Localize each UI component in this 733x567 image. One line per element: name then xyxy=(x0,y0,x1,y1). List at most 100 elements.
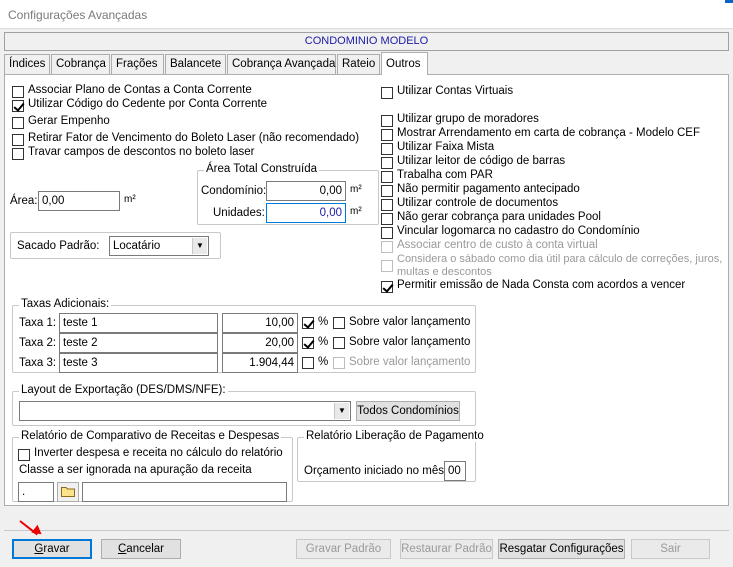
gravar-padrao-button[interactable]: Gravar Padrão xyxy=(296,539,391,559)
window-title: Configurações Avançadas xyxy=(8,8,148,22)
condominio-area-unit: m² xyxy=(350,184,362,195)
sair-button[interactable]: Sair xyxy=(631,539,710,559)
checkbox-label: Não permitir pagamento antecipado xyxy=(397,183,580,195)
area-input[interactable]: 0,00 xyxy=(38,191,120,211)
tab-label: Rateio xyxy=(342,58,376,70)
condominio-area-label: Condomínio: xyxy=(201,185,267,197)
checkbox-label: Inverter despesa e receita no cálculo do… xyxy=(34,447,283,459)
taxa-name-input[interactable]: teste 1 xyxy=(59,313,218,333)
sabado-util-checkbox[interactable] xyxy=(381,260,393,272)
faixa-mista-checkbox[interactable] xyxy=(381,143,393,155)
taxa-name-input[interactable]: teste 3 xyxy=(59,353,218,373)
centro-custo-checkbox[interactable] xyxy=(381,241,393,253)
codigo-cedente-checkbox[interactable] xyxy=(12,100,24,112)
chevron-down-icon[interactable]: ▼ xyxy=(192,238,207,254)
tab-indices[interactable]: Índices xyxy=(4,54,50,74)
grupo-moradores-checkbox[interactable] xyxy=(381,115,393,127)
checkbox-label: Considera o sábado como dia útil para cá… xyxy=(397,253,723,265)
gerar-empenho-checkbox[interactable] xyxy=(12,117,24,129)
leitor-codigo-checkbox[interactable] xyxy=(381,157,393,169)
tab-label: Cobrança Avançada xyxy=(232,58,336,70)
taxa-value-input[interactable]: 20,00 xyxy=(222,333,298,353)
sacado-select[interactable]: Locatário ▼ xyxy=(109,236,209,256)
logomarca-checkbox[interactable] xyxy=(381,227,393,239)
restaurar-padrao-button[interactable]: Restaurar Padrão xyxy=(400,539,493,559)
sobre-valor-label: Sobre valor lançamento xyxy=(349,356,471,368)
group-title: Relatório de Comparativo de Receitas e D… xyxy=(19,430,282,442)
title-bar-accent xyxy=(725,0,733,3)
tab-cobranca-avancada[interactable]: Cobrança Avançada xyxy=(227,54,336,74)
sacado-value: Locatário xyxy=(113,240,161,252)
area-total-group: Área Total Construída Condomínio: 0,00 m… xyxy=(197,163,379,225)
pagamento-antecipado-checkbox[interactable] xyxy=(381,185,393,197)
condominio-area-input[interactable]: 0,00 xyxy=(266,181,346,201)
retirar-fator-checkbox[interactable] xyxy=(12,134,24,146)
todos-condominios-button[interactable]: Todos Condomínios xyxy=(356,401,460,421)
unidades-pool-checkbox[interactable] xyxy=(381,213,393,225)
tab-label: Cobrança xyxy=(56,58,106,70)
group-title: Área Total Construída xyxy=(204,163,320,175)
taxa-label: Taxa 2: xyxy=(19,337,57,349)
outros-panel: Associar Plano de Contas a Conta Corrent… xyxy=(4,74,729,506)
sobre-valor-checkbox[interactable] xyxy=(333,357,345,369)
classe-label: Classe a ser ignorada na apuração da rec… xyxy=(19,464,252,476)
associar-plano-checkbox[interactable] xyxy=(12,86,24,98)
cancelar-button[interactable]: Cancelar xyxy=(101,539,181,559)
condominio-header: CONDOMINIO MODELO xyxy=(4,32,729,51)
checkbox-label: Utilizar Contas Virtuais xyxy=(397,85,514,97)
checkbox-label: Travar campos de descontos no boleto las… xyxy=(28,146,255,158)
taxa-value-input[interactable]: 1.904,44 xyxy=(222,353,298,373)
sobre-valor-checkbox[interactable] xyxy=(333,317,345,329)
tab-outros[interactable]: Outros xyxy=(381,52,428,75)
area-label: Área: xyxy=(10,195,38,207)
folder-icon[interactable] xyxy=(57,482,79,502)
taxa-name-input[interactable]: teste 2 xyxy=(59,333,218,353)
resgatar-configuracoes-button[interactable]: Resgatar Configurações xyxy=(498,539,625,559)
taxa-percent-checkbox[interactable] xyxy=(302,337,314,349)
layout-export-select[interactable]: ▼ xyxy=(19,401,351,421)
arrendamento-checkbox[interactable] xyxy=(381,129,393,141)
tab-label: Frações xyxy=(116,58,158,70)
sacado-group: Sacado Padrão: Locatário ▼ xyxy=(10,232,221,259)
controle-documentos-checkbox[interactable] xyxy=(381,199,393,211)
classe-code-input[interactable]: . xyxy=(18,482,54,502)
nada-consta-checkbox[interactable] xyxy=(381,281,393,293)
contas-virtuais-checkbox[interactable] xyxy=(381,87,393,99)
checkbox-label: Associar centro de custo à conta virtual xyxy=(397,239,598,251)
orcamento-mes-input[interactable]: 00 xyxy=(444,461,466,481)
tab-label: Índices xyxy=(9,58,46,70)
taxa-percent-checkbox[interactable] xyxy=(302,357,314,369)
classe-desc-input[interactable] xyxy=(82,482,287,502)
tab-fracoes[interactable]: Frações xyxy=(111,54,164,74)
layout-export-group: Layout de Exportação (DES/DMS/NFE): ▼ To… xyxy=(12,384,476,426)
inverter-despesa-checkbox[interactable] xyxy=(18,449,30,461)
unidades-area-unit: m² xyxy=(350,206,362,217)
sobre-valor-checkbox[interactable] xyxy=(333,337,345,349)
travar-descontos-checkbox[interactable] xyxy=(12,148,24,160)
checkbox-label: Utilizar leitor de código de barras xyxy=(397,155,566,167)
checkbox-label: Utilizar grupo de moradores xyxy=(397,113,539,125)
sacado-label: Sacado Padrão: xyxy=(17,240,100,252)
checkbox-label: Utilizar Faixa Mista xyxy=(397,141,495,153)
title-bar: Configurações Avançadas xyxy=(0,0,733,30)
chevron-down-icon[interactable]: ▼ xyxy=(334,403,349,419)
taxa-label: Taxa 1: xyxy=(19,317,57,329)
group-title: Relatório Liberação de Pagamento xyxy=(304,430,486,442)
par-checkbox[interactable] xyxy=(381,171,393,183)
tab-rateio[interactable]: Rateio xyxy=(337,54,380,74)
unidades-area-input[interactable]: 0,00 xyxy=(266,203,346,223)
button-label: ravar xyxy=(43,543,70,555)
taxa-percent-checkbox[interactable] xyxy=(302,317,314,329)
checkbox-label: Gerar Empenho xyxy=(28,115,110,127)
percent-label: % xyxy=(318,356,329,368)
taxa-value-input[interactable]: 10,00 xyxy=(222,313,298,333)
button-label: ancelar xyxy=(126,543,165,555)
tab-balancete[interactable]: Balancete xyxy=(165,54,226,74)
percent-label: % xyxy=(318,316,329,328)
checkbox-label: Trabalha com PAR xyxy=(397,169,493,181)
tab-cobranca[interactable]: Cobrança xyxy=(51,54,110,74)
taxa-label: Taxa 3: xyxy=(19,357,57,369)
button-separator xyxy=(4,530,729,531)
percent-label: % xyxy=(318,336,329,348)
gravar-button[interactable]: Gravar xyxy=(12,539,92,559)
